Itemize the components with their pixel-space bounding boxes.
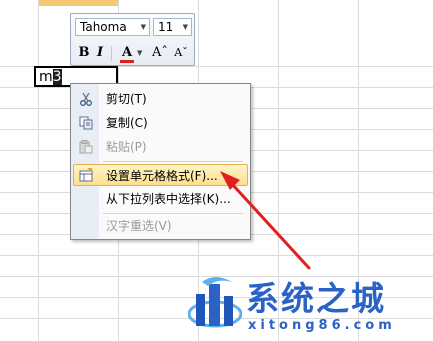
chevron-down-icon[interactable]: ▼ (141, 19, 146, 35)
menu-item-label: 剪切(T) (106, 92, 147, 106)
format-cells-icon (79, 168, 93, 182)
context-menu: 剪切(T) 复制(C) 粘贴(P) 设置单元格格式(F)... 从下拉列表中选择… (70, 83, 251, 240)
italic-button[interactable]: I (94, 44, 106, 62)
font-name-combo[interactable]: Tahoma ▼ (75, 18, 150, 36)
menu-item-label: 汉字重选(V) (106, 219, 172, 233)
chevron-down-icon[interactable]: ▼ (183, 19, 188, 35)
menu-item-label: 复制(C) (106, 116, 148, 130)
menu-item-label: 粘贴(P) (106, 140, 147, 154)
menu-item-paste[interactable]: 粘贴(P) (73, 136, 248, 158)
menu-item-label: 设置单元格格式(F)... (106, 169, 218, 183)
cell-content[interactable]: m3 (39, 69, 62, 86)
menu-separator (103, 213, 243, 214)
menu-item-pick-from-list[interactable]: 从下拉列表中选择(K)... (73, 188, 248, 210)
watermark-brand: 系统之城 (246, 279, 386, 318)
paste-icon (79, 140, 93, 154)
menu-item-cut[interactable]: 剪切(T) (73, 88, 248, 110)
mini-toolbar: Tahoma ▼ 11 ▼ B I A ▼ Aˆ Aˇ (70, 13, 195, 66)
shrink-font-button[interactable]: Aˇ (173, 44, 189, 62)
bold-button[interactable]: B (77, 44, 91, 62)
watermark-url: xitong86.com (248, 318, 396, 333)
font-size-value: 11 (158, 20, 174, 34)
grow-font-button[interactable]: Aˆ (151, 44, 169, 62)
scissors-icon (80, 92, 92, 106)
font-color-dropdown-icon[interactable]: ▼ (137, 49, 142, 57)
menu-item-copy[interactable]: 复制(C) (73, 112, 248, 134)
font-color-swatch (120, 60, 134, 63)
copy-icon (79, 116, 93, 130)
grid-col-line (38, 0, 39, 341)
cell-text-selected: 3 (52, 69, 62, 85)
watermark: 系统之城 xitong86.com (184, 268, 424, 340)
castle-logo-icon (188, 277, 242, 328)
font-size-combo[interactable]: 11 ▼ (153, 18, 192, 36)
menu-item-label: 从下拉列表中选择(K)... (106, 192, 231, 206)
cell-text-before: m (39, 69, 53, 85)
selected-column-header (38, 0, 118, 6)
menu-separator (103, 161, 243, 162)
toolbar-divider (111, 46, 112, 61)
font-name-value: Tahoma (80, 20, 127, 34)
menu-item-format-cells[interactable]: 设置单元格格式(F)... (73, 164, 248, 186)
menu-item-hanzi-reselect[interactable]: 汉字重选(V) (73, 215, 248, 237)
grid-row-line (0, 255, 433, 256)
